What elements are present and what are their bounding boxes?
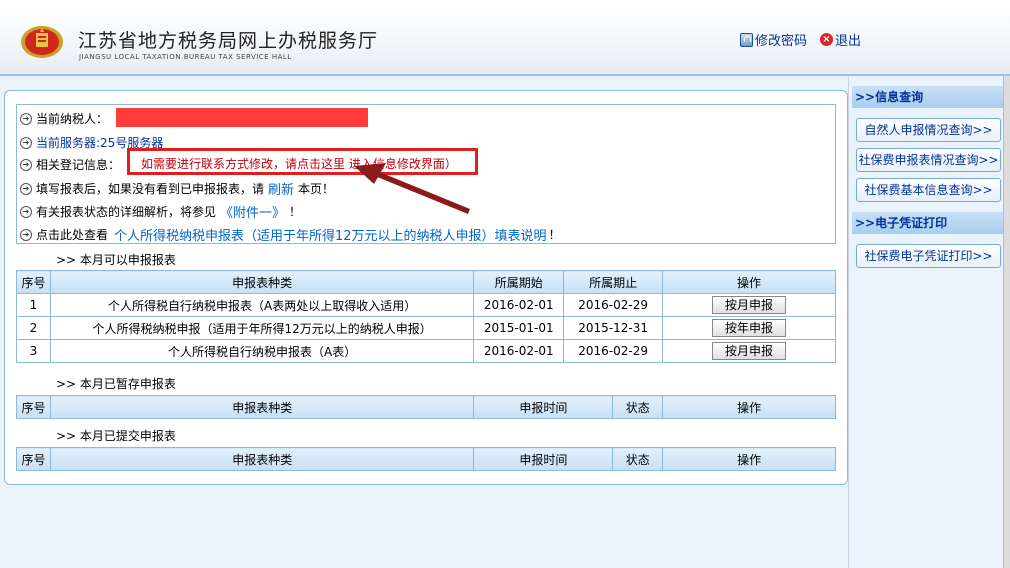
exit-icon: ×	[820, 33, 833, 46]
row-start: 2015-01-01	[473, 316, 565, 340]
monthly-declare-button[interactable]: 按月申报	[712, 296, 787, 314]
row-no: 3	[16, 339, 51, 363]
saved-forms-table: 序号 申报表种类 申报时间 状态 操作	[16, 395, 836, 419]
sidebar-print-title: >>电子凭证打印	[852, 212, 1003, 234]
arrow-circle-icon: ➔	[20, 205, 32, 218]
annual-declare-button[interactable]: 按年申报	[712, 319, 787, 337]
col-header-no: 序号	[16, 270, 51, 294]
row-start: 2016-02-01	[473, 293, 565, 317]
table-row: 2 个人所得税纳税申报（适用于年所得12万元以上的纳税人申报） 2015-01-…	[16, 316, 836, 340]
sidebar-item-personal-declaration-query[interactable]: 自然人申报情况查询>>	[856, 118, 1001, 142]
row-end: 2016-02-29	[563, 339, 664, 363]
col-header-start: 所属期始	[473, 270, 565, 294]
row-action-cell: 按月申报	[662, 339, 836, 363]
guide-link[interactable]: 个人所得税纳税申报表（适用于年所得12万元以上的纳税人申报）填表说明	[114, 225, 547, 244]
row-no: 1	[16, 293, 51, 317]
sidebar-info-query-title: >>信息查询	[852, 86, 1003, 108]
registration-row: ➔ 相关登记信息：	[20, 156, 120, 173]
section-available-title: >> 本月可以申报报表	[56, 253, 176, 267]
arrow-circle-icon: ➔	[20, 158, 32, 171]
section-submitted-title: >> 本月已提交申报表	[56, 429, 176, 443]
page-title: 江苏省地方税务局网上办税服务厅	[78, 30, 379, 52]
submitted-forms-table: 序号 申报表种类 申报时间 状态 操作	[16, 447, 836, 471]
page-subtitle: JIANGSU LOCAL TAXATION BUREAU TAX SERVIC…	[79, 53, 292, 61]
pointer-arrow-icon	[354, 163, 470, 214]
col-header-no: 序号	[16, 447, 51, 471]
col-header-type: 申报表种类	[49, 270, 475, 294]
row-action-cell: 按月申报	[662, 293, 836, 317]
row-end: 2015-12-31	[563, 316, 664, 340]
col-header-status: 状态	[612, 447, 664, 471]
table-header-row: 序号 申报表种类 所属期始 所属期止 操作	[16, 270, 836, 294]
sidebar-item-social-security-declaration-query[interactable]: 社保费申报表情况查询>>	[856, 148, 1001, 172]
arrow-circle-icon: ➔	[20, 136, 32, 149]
change-password-label: 修改密码	[755, 34, 808, 49]
page-header: 江苏省地方税务局网上办税服务厅 JIANGSU LOCAL TAXATION B…	[0, 0, 1010, 75]
refresh-prefix: 填写报表后，如果没有看到已申报报表，请	[36, 182, 265, 196]
taxpayer-row: ➔ 当前纳税人：	[20, 110, 108, 127]
sidebar-item-social-security-basic-info-query[interactable]: 社保费基本信息查询>>	[856, 178, 1001, 202]
table-header-row: 序号 申报表种类 申报时间 状态 操作	[16, 395, 836, 419]
scrollbar[interactable]	[1003, 76, 1010, 568]
col-header-type: 申报表种类	[49, 447, 475, 471]
col-header-action: 操作	[662, 447, 836, 471]
section-saved-title: >> 本月已暂存申报表	[56, 377, 176, 391]
col-header-action: 操作	[662, 395, 836, 419]
row-form-name: 个人所得税自行纳税申报表（A表）	[49, 339, 475, 363]
refresh-link[interactable]: 刷新	[268, 179, 294, 198]
refresh-suffix: 本页！	[298, 182, 335, 196]
arrow-circle-icon: ➔	[20, 112, 32, 125]
table-header-row: 序号 申报表种类 申报时间 状态 操作	[16, 447, 836, 471]
col-header-time: 申报时间	[473, 395, 614, 419]
attachment-row: ➔ 有关报表状态的详细解析，将参见 《附件一》 ！	[20, 202, 301, 221]
registration-label: 相关登记信息：	[36, 158, 121, 172]
logout-link[interactable]: × 退出	[820, 30, 861, 49]
attachment-suffix: ！	[289, 205, 302, 219]
row-form-name: 个人所得税纳税申报（适用于年所得12万元以上的纳税人申报）	[49, 316, 475, 340]
col-header-time: 申报时间	[473, 447, 614, 471]
monthly-declare-button[interactable]: 按月申报	[712, 342, 787, 360]
row-form-name: 个人所得税自行纳税申报表（A表两处以上取得收入适用）	[49, 293, 475, 317]
available-forms-table: 序号 申报表种类 所属期始 所属期止 操作 1 个人所得税自行纳税申报表（A表两…	[16, 270, 836, 363]
table-row: 1 个人所得税自行纳税申报表（A表两处以上取得收入适用） 2016-02-01 …	[16, 293, 836, 317]
arrow-circle-icon: ➔	[20, 182, 32, 195]
col-header-no: 序号	[16, 395, 51, 419]
row-end: 2016-02-29	[563, 293, 664, 317]
attachment-link[interactable]: 《附件一》	[220, 202, 285, 221]
sidebar-item-social-security-voucher-print[interactable]: 社保费电子凭证打印>>	[856, 244, 1001, 268]
table-row: 3 个人所得税自行纳税申报表（A表） 2016-02-01 2016-02-29…	[16, 339, 836, 363]
guide-row: ➔ 点击此处查看 个人所得税纳税申报表（适用于年所得12万元以上的纳税人申报）填…	[20, 225, 561, 244]
row-action-cell: 按年申报	[662, 316, 836, 340]
col-header-action: 操作	[662, 270, 836, 294]
taxpayer-label: 当前纳税人：	[36, 112, 109, 126]
taxpayer-name-redacted	[116, 108, 368, 127]
change-password-link[interactable]: 修改密码	[740, 30, 807, 49]
col-header-end: 所属期止	[563, 270, 664, 294]
national-emblem-icon	[21, 26, 63, 58]
guide-prefix: 点击此处查看	[36, 228, 109, 242]
col-header-status: 状态	[612, 395, 664, 419]
lock-icon	[740, 32, 753, 47]
logout-label: 退出	[835, 34, 862, 49]
row-start: 2016-02-01	[473, 339, 565, 363]
attachment-prefix: 有关报表状态的详细解析，将参见	[36, 205, 217, 219]
arrow-circle-icon: ➔	[20, 228, 32, 241]
refresh-row: ➔ 填写报表后，如果没有看到已申报报表，请 刷新 本页！	[20, 179, 334, 198]
row-no: 2	[16, 316, 51, 340]
guide-suffix: ！	[548, 228, 561, 242]
col-header-type: 申报表种类	[49, 395, 475, 419]
